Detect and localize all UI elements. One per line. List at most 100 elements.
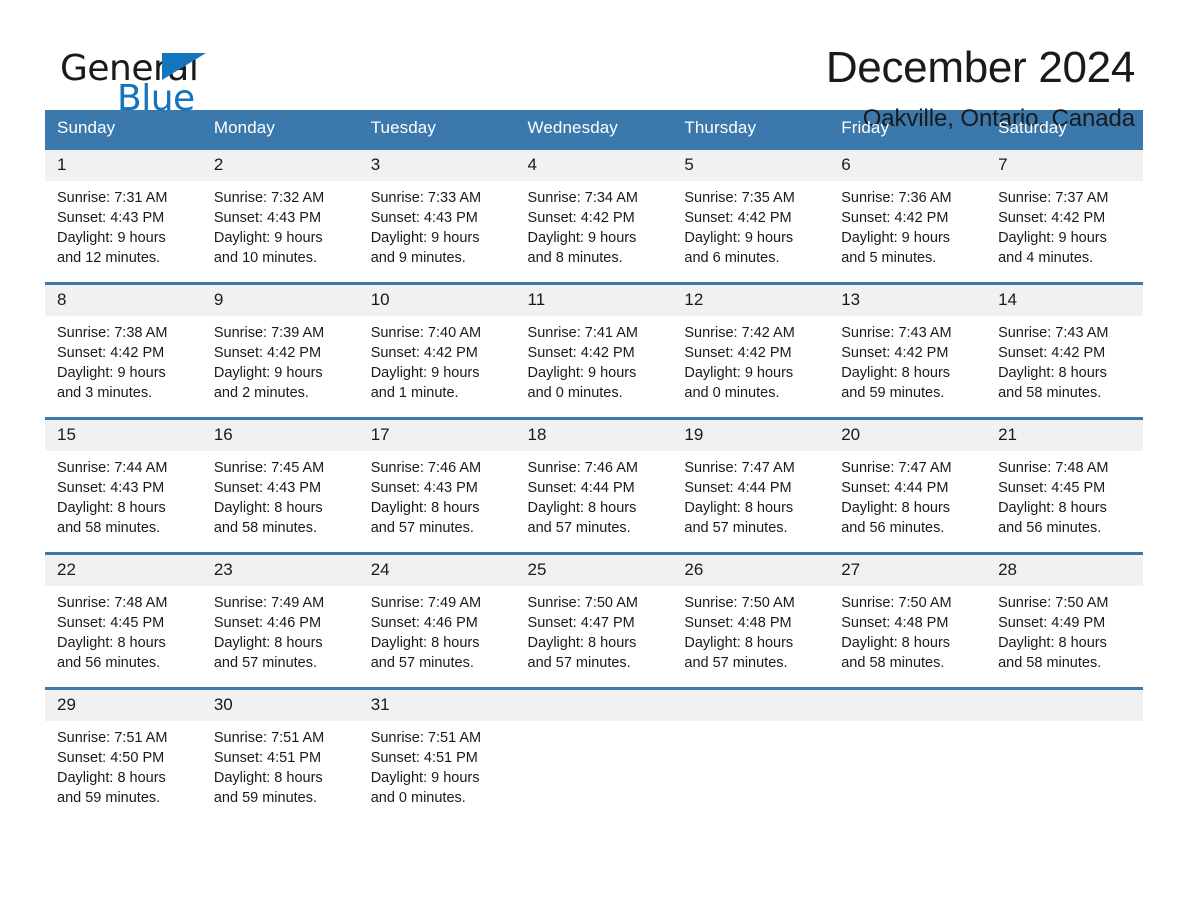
weekday-header-wednesday: Wednesday: [515, 110, 673, 149]
daylight-text-line1: Daylight: 8 hours: [998, 500, 1107, 516]
day-details: Sunrise: 7:47 AM Sunset: 4:44 PM Dayligh…: [672, 451, 829, 552]
sunrise-text: Sunrise: 7:41 AM: [527, 325, 638, 341]
sunset-text: Sunset: 4:45 PM: [57, 615, 165, 631]
daylight-text-line1: Daylight: 8 hours: [57, 770, 166, 786]
day-details: Sunrise: 7:49 AM Sunset: 4:46 PM Dayligh…: [202, 586, 359, 687]
weekday-header-thursday: Thursday: [672, 110, 830, 149]
day-cell[interactable]: 10 Sunrise: 7:40 AM Sunset: 4:42 PM Dayl…: [358, 282, 516, 419]
calendar-page: General Blue December 2024 Oakville, Ont…: [0, 0, 1188, 918]
daylight-text-line2: and 57 minutes.: [684, 520, 788, 536]
day-cell[interactable]: 28 Sunrise: 7:50 AM Sunset: 4:49 PM Dayl…: [986, 552, 1143, 689]
day-cell[interactable]: 9 Sunrise: 7:39 AM Sunset: 4:42 PM Dayli…: [201, 282, 359, 419]
daylight-text-line1: Daylight: 8 hours: [213, 500, 323, 516]
sunset-text: Sunset: 4:48 PM: [841, 615, 949, 631]
daylight-text-line2: and 1 minute.: [370, 385, 459, 401]
day-number: 7: [986, 150, 1143, 181]
daylight-text-line1: Daylight: 9 hours: [370, 770, 480, 786]
day-cell[interactable]: 14 Sunrise: 7:43 AM Sunset: 4:42 PM Dayl…: [986, 282, 1143, 419]
day-cell[interactable]: 19 Sunrise: 7:47 AM Sunset: 4:44 PM Dayl…: [672, 417, 830, 554]
weekday-header-tuesday: Tuesday: [358, 110, 516, 149]
day-details: Sunrise: 7:44 AM Sunset: 4:43 PM Dayligh…: [45, 451, 202, 552]
day-details: Sunrise: 7:48 AM Sunset: 4:45 PM Dayligh…: [986, 451, 1143, 552]
day-cell[interactable]: 16 Sunrise: 7:45 AM Sunset: 4:43 PM Dayl…: [201, 417, 359, 554]
calendar-body: 1 Sunrise: 7:31 AM Sunset: 4:43 PM Dayli…: [45, 147, 1143, 822]
day-cell-empty: [515, 687, 673, 822]
daylight-text-line2: and 58 minutes.: [841, 655, 945, 671]
day-cell[interactable]: 27 Sunrise: 7:50 AM Sunset: 4:48 PM Dayl…: [829, 552, 987, 689]
daylight-text-line1: Daylight: 8 hours: [841, 500, 951, 516]
logo-text-blue: Blue: [117, 78, 195, 119]
day-number: 23: [201, 555, 359, 586]
daylight-text-line1: Daylight: 8 hours: [527, 500, 637, 516]
sunset-text: Sunset: 4:48 PM: [684, 615, 792, 631]
daylight-text-line2: and 6 minutes.: [684, 250, 780, 266]
day-cell[interactable]: 22 Sunrise: 7:48 AM Sunset: 4:45 PM Dayl…: [45, 552, 202, 689]
daylight-text-line1: Daylight: 8 hours: [684, 635, 794, 651]
daylight-text-line1: Daylight: 8 hours: [841, 635, 951, 651]
sunrise-text: Sunrise: 7:48 AM: [57, 595, 168, 611]
day-cell[interactable]: 15 Sunrise: 7:44 AM Sunset: 4:43 PM Dayl…: [45, 417, 202, 554]
general-blue-logo[interactable]: General Blue: [60, 42, 260, 122]
day-details: Sunrise: 7:40 AM Sunset: 4:42 PM Dayligh…: [359, 316, 516, 417]
sunrise-sunset-calendar: Sunday Monday Tuesday Wednesday Thursday…: [45, 110, 1143, 822]
day-number: 9: [201, 285, 359, 316]
day-cell[interactable]: 26 Sunrise: 7:50 AM Sunset: 4:48 PM Dayl…: [672, 552, 830, 689]
day-cell[interactable]: 7 Sunrise: 7:37 AM Sunset: 4:42 PM Dayli…: [986, 147, 1143, 284]
day-details: Sunrise: 7:38 AM Sunset: 4:42 PM Dayligh…: [45, 316, 202, 417]
day-details: Sunrise: 7:47 AM Sunset: 4:44 PM Dayligh…: [829, 451, 986, 552]
day-cell[interactable]: 6 Sunrise: 7:36 AM Sunset: 4:42 PM Dayli…: [829, 147, 987, 284]
day-cell[interactable]: 17 Sunrise: 7:46 AM Sunset: 4:43 PM Dayl…: [358, 417, 516, 554]
sunrise-text: Sunrise: 7:51 AM: [213, 730, 325, 746]
day-cell[interactable]: 29 Sunrise: 7:51 AM Sunset: 4:50 PM Dayl…: [45, 687, 202, 822]
sunset-text: Sunset: 4:42 PM: [841, 345, 949, 361]
day-cell[interactable]: 4 Sunrise: 7:34 AM Sunset: 4:42 PM Dayli…: [515, 147, 673, 284]
daylight-text-line1: Daylight: 9 hours: [684, 365, 794, 381]
day-cell[interactable]: 13 Sunrise: 7:43 AM Sunset: 4:42 PM Dayl…: [829, 282, 987, 419]
day-cell[interactable]: 21 Sunrise: 7:48 AM Sunset: 4:45 PM Dayl…: [986, 417, 1143, 554]
sunrise-text: Sunrise: 7:33 AM: [370, 190, 482, 206]
day-cell[interactable]: 1 Sunrise: 7:31 AM Sunset: 4:43 PM Dayli…: [45, 147, 202, 284]
day-number: 8: [45, 285, 202, 316]
day-cell[interactable]: 5 Sunrise: 7:35 AM Sunset: 4:42 PM Dayli…: [672, 147, 830, 284]
sunrise-text: Sunrise: 7:49 AM: [213, 595, 325, 611]
daylight-text-line2: and 0 minutes.: [370, 790, 466, 806]
day-cell[interactable]: 31 Sunrise: 7:51 AM Sunset: 4:51 PM Dayl…: [358, 687, 516, 822]
sunset-text: Sunset: 4:42 PM: [998, 345, 1106, 361]
day-number: 25: [515, 555, 673, 586]
day-cell[interactable]: 8 Sunrise: 7:38 AM Sunset: 4:42 PM Dayli…: [45, 282, 202, 419]
daylight-text-line2: and 56 minutes.: [57, 655, 161, 671]
day-cell[interactable]: 24 Sunrise: 7:49 AM Sunset: 4:46 PM Dayl…: [358, 552, 516, 689]
daylight-text-line2: and 59 minutes.: [57, 790, 161, 806]
sunset-text: Sunset: 4:44 PM: [684, 480, 792, 496]
daylight-text-line2: and 0 minutes.: [684, 385, 780, 401]
day-cell[interactable]: 18 Sunrise: 7:46 AM Sunset: 4:44 PM Dayl…: [515, 417, 673, 554]
day-cell[interactable]: 2 Sunrise: 7:32 AM Sunset: 4:43 PM Dayli…: [201, 147, 359, 284]
daylight-text-line2: and 57 minutes.: [684, 655, 788, 671]
sunset-text: Sunset: 4:42 PM: [684, 210, 792, 226]
day-cell[interactable]: 11 Sunrise: 7:41 AM Sunset: 4:42 PM Dayl…: [515, 282, 673, 419]
sunrise-text: Sunrise: 7:35 AM: [684, 190, 795, 206]
page-header: General Blue December 2024 Oakville, Ont…: [45, 0, 1143, 132]
daylight-text-line1: Daylight: 8 hours: [370, 500, 480, 516]
day-cell[interactable]: 23 Sunrise: 7:49 AM Sunset: 4:46 PM Dayl…: [201, 552, 359, 689]
day-cell[interactable]: 12 Sunrise: 7:42 AM Sunset: 4:42 PM Dayl…: [672, 282, 830, 419]
sunrise-text: Sunrise: 7:46 AM: [527, 460, 638, 476]
daylight-text-line2: and 8 minutes.: [527, 250, 623, 266]
sunset-text: Sunset: 4:43 PM: [213, 480, 322, 496]
day-number: 5: [672, 150, 830, 181]
day-number: 18: [515, 420, 673, 451]
day-cell[interactable]: 3 Sunrise: 7:33 AM Sunset: 4:43 PM Dayli…: [358, 147, 516, 284]
daylight-text-line1: Daylight: 9 hours: [57, 365, 166, 381]
day-cell[interactable]: 30 Sunrise: 7:51 AM Sunset: 4:51 PM Dayl…: [201, 687, 359, 822]
daylight-text-line2: and 0 minutes.: [527, 385, 623, 401]
daylight-text-line1: Daylight: 9 hours: [213, 365, 323, 381]
calendar-week-row: 8 Sunrise: 7:38 AM Sunset: 4:42 PM Dayli…: [45, 282, 1143, 419]
day-number: 12: [672, 285, 830, 316]
sunrise-text: Sunrise: 7:49 AM: [370, 595, 482, 611]
day-cell[interactable]: 20 Sunrise: 7:47 AM Sunset: 4:44 PM Dayl…: [829, 417, 987, 554]
daylight-text-line1: Daylight: 8 hours: [684, 500, 794, 516]
sunset-text: Sunset: 4:44 PM: [527, 480, 635, 496]
daylight-text-line2: and 3 minutes.: [57, 385, 153, 401]
day-cell[interactable]: 25 Sunrise: 7:50 AM Sunset: 4:47 PM Dayl…: [515, 552, 673, 689]
day-details: Sunrise: 7:45 AM Sunset: 4:43 PM Dayligh…: [202, 451, 359, 552]
